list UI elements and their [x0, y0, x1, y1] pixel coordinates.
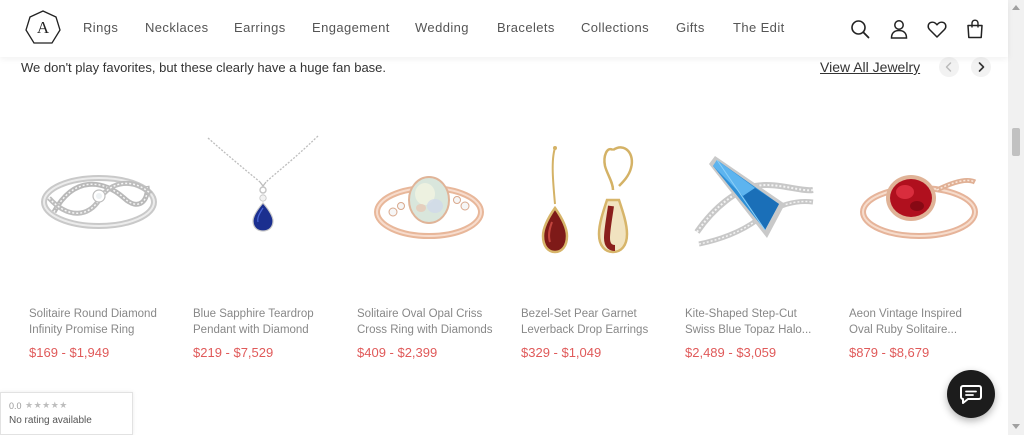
chevron-right-icon: [978, 62, 985, 72]
product-price: $169 - $1,949: [29, 345, 110, 360]
product-image[interactable]: [685, 120, 825, 280]
carousel-prev-button[interactable]: [939, 57, 959, 77]
product-price: $219 - $7,529: [193, 345, 274, 360]
account-icon[interactable]: [888, 18, 910, 40]
site-header: A Rings Necklaces Earrings Engagement We…: [0, 0, 1008, 57]
product-image[interactable]: [521, 120, 661, 280]
nav-bracelets[interactable]: Bracelets: [497, 20, 555, 35]
product-price: $409 - $2,399: [357, 345, 438, 360]
wishlist-heart-icon[interactable]: [926, 18, 948, 40]
product-card[interactable]: Bezel-Set Pear Garnet Leverback Drop Ear…: [521, 120, 671, 370]
rating-text: No rating available: [9, 415, 92, 426]
chevron-left-icon: [945, 62, 952, 72]
carousel-next-button[interactable]: [971, 57, 991, 77]
product-card[interactable]: Kite-Shaped Step-Cut Swiss Blue Topaz Ha…: [685, 120, 835, 370]
product-card[interactable]: Blue Sapphire Teardrop Pendant with Diam…: [193, 120, 343, 370]
product-price: $329 - $1,049: [521, 345, 602, 360]
product-name[interactable]: Solitaire Oval Opal Criss Cross Ring wit…: [357, 306, 507, 338]
logo-letter: A: [36, 18, 50, 37]
product-name-line1: Bezel-Set Pear Garnet: [521, 308, 637, 320]
product-image[interactable]: [29, 120, 169, 280]
product-card[interactable]: Aeon Vintage Inspired Oval Ruby Solitair…: [849, 120, 999, 370]
nav-collections[interactable]: Collections: [581, 20, 649, 35]
product-card[interactable]: Solitaire Oval Opal Criss Cross Ring wit…: [357, 120, 507, 370]
nav-the-edit[interactable]: The Edit: [733, 20, 785, 35]
section-tagline: We don't play favorites, but these clear…: [21, 60, 387, 75]
product-name-line2: Infinity Promise Ring: [29, 324, 135, 336]
nav-rings[interactable]: Rings: [83, 20, 118, 35]
rating-stars-icon: ★★★★★: [25, 400, 68, 410]
chat-button[interactable]: [947, 370, 995, 418]
product-price: $879 - $8,679: [849, 345, 930, 360]
page-scrollbar[interactable]: [1008, 0, 1024, 435]
scroll-thumb[interactable]: [1012, 128, 1020, 156]
product-name-line1: Blue Sapphire Teardrop: [193, 308, 314, 320]
rating-score: 0.0: [9, 401, 22, 411]
product-name-line1: Aeon Vintage Inspired: [849, 308, 962, 320]
product-name-line2: Leverback Drop Earrings: [521, 324, 649, 336]
product-name-line1: Solitaire Round Diamond: [29, 308, 157, 320]
nav-engagement[interactable]: Engagement: [312, 20, 390, 35]
product-card[interactable]: Solitaire Round Diamond Infinity Promise…: [29, 120, 179, 370]
product-name[interactable]: Solitaire Round Diamond Infinity Promise…: [29, 306, 179, 338]
product-name-line2: Swiss Blue Topaz Halo...: [685, 324, 812, 336]
product-name-line1: Kite-Shaped Step-Cut: [685, 308, 797, 320]
search-icon[interactable]: [849, 18, 871, 40]
product-name[interactable]: Bezel-Set Pear Garnet Leverback Drop Ear…: [521, 306, 671, 338]
brand-logo[interactable]: A: [25, 10, 61, 46]
product-name-line1: Solitaire Oval Opal Criss: [357, 308, 483, 320]
product-name[interactable]: Blue Sapphire Teardrop Pendant with Diam…: [193, 306, 343, 338]
nav-gifts[interactable]: Gifts: [676, 20, 705, 35]
product-price: $2,489 - $3,059: [685, 345, 777, 360]
shopping-bag-icon[interactable]: [964, 18, 986, 40]
nav-earrings[interactable]: Earrings: [234, 20, 286, 35]
nav-wedding[interactable]: Wedding: [415, 20, 469, 35]
product-image[interactable]: [193, 120, 333, 280]
product-name[interactable]: Kite-Shaped Step-Cut Swiss Blue Topaz Ha…: [685, 306, 835, 338]
view-all-jewelry-link[interactable]: View All Jewelry: [820, 59, 920, 75]
product-name[interactable]: Aeon Vintage Inspired Oval Ruby Solitair…: [849, 306, 999, 338]
product-name-line2: Oval Ruby Solitaire...: [849, 324, 958, 336]
product-name-line2: Pendant with Diamond: [193, 324, 309, 336]
nav-necklaces[interactable]: Necklaces: [145, 20, 209, 35]
product-name-line2: Cross Ring with Diamonds: [357, 324, 493, 336]
scroll-up-arrow-icon[interactable]: [1012, 5, 1020, 10]
chat-bubble-icon: [960, 385, 982, 404]
product-image[interactable]: [849, 120, 989, 280]
rating-widget[interactable]: 0.0 ★★★★★ No rating available: [0, 392, 133, 435]
scroll-down-arrow-icon[interactable]: [1012, 424, 1020, 429]
product-image[interactable]: [357, 120, 497, 280]
